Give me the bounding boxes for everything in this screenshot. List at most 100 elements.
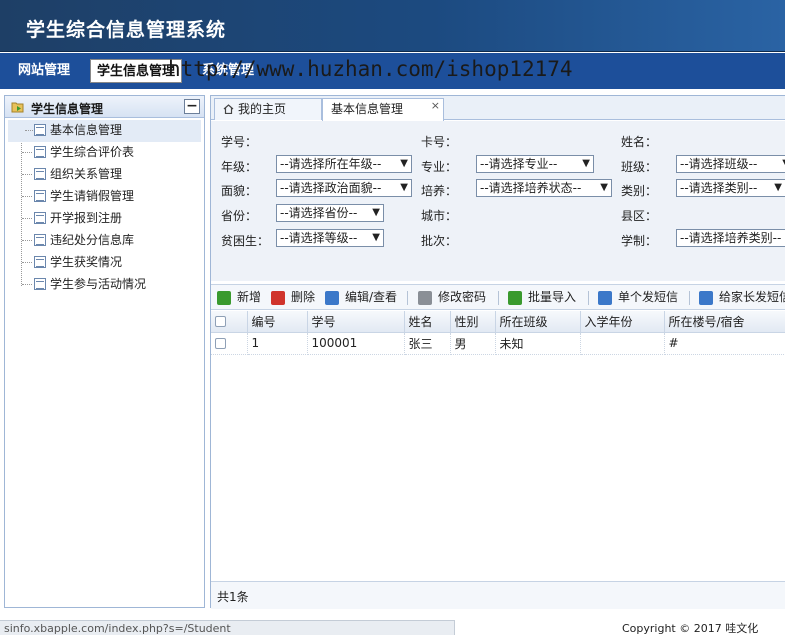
label-county: 县区： xyxy=(621,209,658,223)
toolbar-divider xyxy=(407,291,408,305)
chevron-down-icon: ▼ xyxy=(400,158,408,169)
table-cell: # xyxy=(664,332,785,355)
sidebar-item-label: 违纪处分信息库 xyxy=(50,233,135,247)
add-button[interactable]: 新增 xyxy=(217,290,261,306)
row-select-cell xyxy=(211,332,248,355)
label-political: 面貌： xyxy=(221,184,258,198)
select-all-checkbox[interactable] xyxy=(215,316,226,328)
folder-arrow-icon xyxy=(11,102,24,113)
sidebar-item-basic-info[interactable]: 基本信息管理 xyxy=(8,120,201,142)
label-province: 省份： xyxy=(221,209,258,223)
major-select[interactable]: --请选择专业-- ▼ xyxy=(476,155,594,173)
sidebar-item-label: 基本信息管理 xyxy=(50,123,123,137)
add-button-label: 新增 xyxy=(237,290,262,304)
class-select[interactable]: --请选择班级--▼ xyxy=(676,155,785,173)
tab-home[interactable]: 我的主页 xyxy=(214,98,322,120)
label-grade: 年级： xyxy=(221,160,258,174)
sidebar-item-leave[interactable]: 学生请销假管理 xyxy=(5,186,204,208)
column-header[interactable]: 入学年份 xyxy=(580,311,665,333)
table-header-row: 编号 学号 姓名 性别 所在班级 入学年份 所在楼号/宿舍 xyxy=(211,311,785,333)
sidebar-item-registration[interactable]: 开学报到注册 xyxy=(5,208,204,230)
sidebar-item-discipline[interactable]: 违纪处分信息库 xyxy=(5,230,204,252)
label-name: 姓名： xyxy=(621,135,658,149)
browser-status-bar: sinfo.xbapple.com/index.php?s=/Student xyxy=(0,620,455,635)
province-select[interactable]: --请选择省份-- ▼ xyxy=(276,204,384,222)
class-select-value: --请选择班级-- xyxy=(680,157,758,171)
chevron-down-icon: ▼ xyxy=(372,232,380,243)
chevron-down-icon: ▼ xyxy=(582,158,590,169)
sidebar-item-evaluation[interactable]: 学生综合评价表 xyxy=(5,142,204,164)
edit-button-label: 编辑/查看 xyxy=(345,290,398,304)
table-row[interactable]: 1 100001 张三 男 未知 # xyxy=(211,332,785,355)
collapse-button[interactable]: − xyxy=(184,99,200,114)
send-sms-button[interactable]: 单个发短信 xyxy=(598,290,678,306)
list-icon xyxy=(34,278,46,290)
schooling-select-value: --请选择培养类别-- xyxy=(680,231,782,245)
app-title: 学生综合信息管理系统 xyxy=(26,19,227,41)
add-icon xyxy=(217,291,231,305)
training-select-value: --请选择培养状态-- xyxy=(480,181,582,195)
key-icon xyxy=(418,291,432,305)
label-class: 班级： xyxy=(621,160,658,174)
sidebar-item-label: 学生获奖情况 xyxy=(50,255,123,269)
toolbar: 新增 删除 编辑/查看 修改密码 批量导入 单个发短信 给家长发短信 xyxy=(211,284,785,310)
sidebar-item-organization[interactable]: 组织关系管理 xyxy=(5,164,204,186)
column-header[interactable]: 所在楼号/宿舍 xyxy=(664,311,785,333)
nav-item-system-admin[interactable]: 系统管理 xyxy=(196,59,260,83)
sidebar-item-label: 学生综合评价表 xyxy=(50,145,135,159)
table-cell xyxy=(580,332,665,355)
sms-icon xyxy=(598,291,612,305)
label-schooling: 学制： xyxy=(621,234,658,248)
delete-button[interactable]: 删除 xyxy=(271,290,315,306)
nav-item-site-admin[interactable]: 网站管理 xyxy=(12,59,76,83)
sidebar-item-activities[interactable]: 学生参与活动情况 xyxy=(5,274,204,296)
close-icon[interactable]: × xyxy=(431,96,440,116)
chevron-down-icon: ▼ xyxy=(372,207,380,218)
edit-button[interactable]: 编辑/查看 xyxy=(325,290,397,306)
province-select-value: --请选择省份-- xyxy=(280,206,358,220)
sidebar-item-label: 学生参与活动情况 xyxy=(50,277,147,291)
list-icon xyxy=(34,190,46,202)
column-header[interactable]: 性别 xyxy=(450,311,496,333)
column-header[interactable]: 所在班级 xyxy=(495,311,581,333)
table-cell: 1 xyxy=(247,332,308,355)
record-count: 共1条 xyxy=(217,590,249,604)
nav-item-student-admin[interactable]: 学生信息管理 xyxy=(90,59,183,83)
toolbar-divider xyxy=(689,291,690,305)
training-select[interactable]: --请选择培养状态-- ▼ xyxy=(476,179,612,197)
app-header: 学生综合信息管理系统 xyxy=(0,0,785,52)
pagination-bar: 共1条 xyxy=(211,581,785,609)
category-select[interactable]: --请选择类别-- ▼ xyxy=(676,179,785,197)
poverty-select-value: --请选择等级-- xyxy=(280,231,358,245)
poverty-select[interactable]: --请选择等级-- ▼ xyxy=(276,229,384,247)
label-city: 城市： xyxy=(421,209,458,223)
grade-select[interactable]: --请选择所在年级-- ▼ xyxy=(276,155,412,173)
schooling-select[interactable]: --请选择培养类别-- xyxy=(676,229,785,247)
search-form: 学号： 卡号： 姓名： 年级： --请选择所在年级-- ▼ 专业： --请选择专业… xyxy=(211,121,785,281)
row-checkbox[interactable] xyxy=(215,338,226,349)
column-header[interactable]: 编号 xyxy=(247,311,308,333)
batch-import-button[interactable]: 批量导入 xyxy=(508,290,576,306)
copyright-text: Copyright © 2017 哇文化 xyxy=(622,622,759,635)
sidebar-menu: 基本信息管理 学生综合评价表 组织关系管理 学生请销假管理 开学报到注册 违纪处… xyxy=(5,118,204,296)
sidebar-item-awards[interactable]: 学生获奖情况 xyxy=(5,252,204,274)
toolbar-divider xyxy=(498,291,499,305)
change-password-button[interactable]: 修改密码 xyxy=(418,290,486,306)
tab-basic-info[interactable]: 基本信息管理 × xyxy=(322,98,444,121)
table-cell: 未知 xyxy=(495,332,581,355)
table-cell: 男 xyxy=(450,332,496,355)
column-header[interactable]: 学号 xyxy=(307,311,405,333)
label-card-no: 卡号： xyxy=(421,135,458,149)
list-icon xyxy=(34,146,46,158)
label-training: 培养： xyxy=(421,184,458,198)
sidebar-item-label: 学生请销假管理 xyxy=(50,189,135,203)
list-icon xyxy=(34,124,46,136)
edit-icon xyxy=(325,291,339,305)
list-icon xyxy=(34,212,46,224)
parent-sms-label: 给家长发短信 xyxy=(719,290,785,304)
column-header[interactable]: 姓名 xyxy=(404,311,451,333)
parent-sms-button[interactable]: 给家长发短信 xyxy=(699,290,785,306)
sidebar-item-label: 组织关系管理 xyxy=(50,167,123,181)
label-batch: 批次： xyxy=(421,234,458,248)
political-select[interactable]: --请选择政治面貌-- ▼ xyxy=(276,179,412,197)
